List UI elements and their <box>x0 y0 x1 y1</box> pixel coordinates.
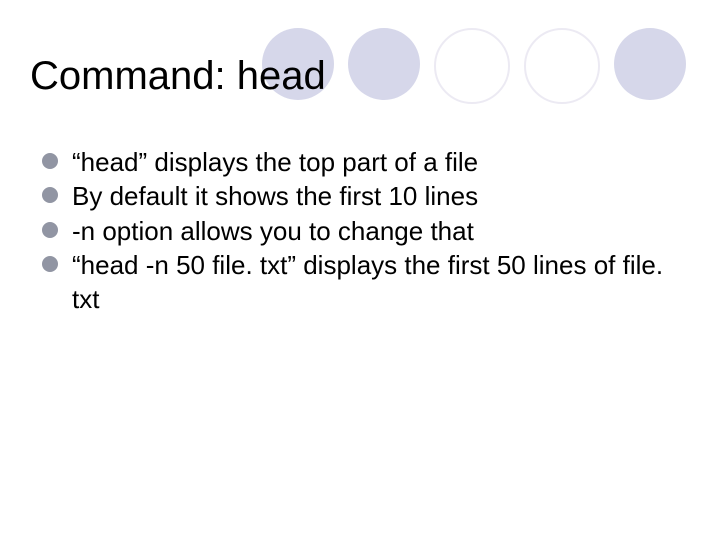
bullet-list: “head” displays the top part of a file B… <box>42 145 680 317</box>
circle-decor <box>614 28 686 100</box>
circle-decor <box>348 28 420 100</box>
circle-decor <box>524 28 600 104</box>
slide-title: Command: head <box>30 54 326 98</box>
slide: Command: head “head” displays the top pa… <box>0 0 720 540</box>
list-item: By default it shows the first 10 lines <box>42 179 680 213</box>
list-item: “head -n 50 file. txt” displays the firs… <box>42 248 680 317</box>
list-item: -n option allows you to change that <box>42 214 680 248</box>
list-item: “head” displays the top part of a file <box>42 145 680 179</box>
circle-decor <box>434 28 510 104</box>
slide-body: “head” displays the top part of a file B… <box>42 145 680 317</box>
